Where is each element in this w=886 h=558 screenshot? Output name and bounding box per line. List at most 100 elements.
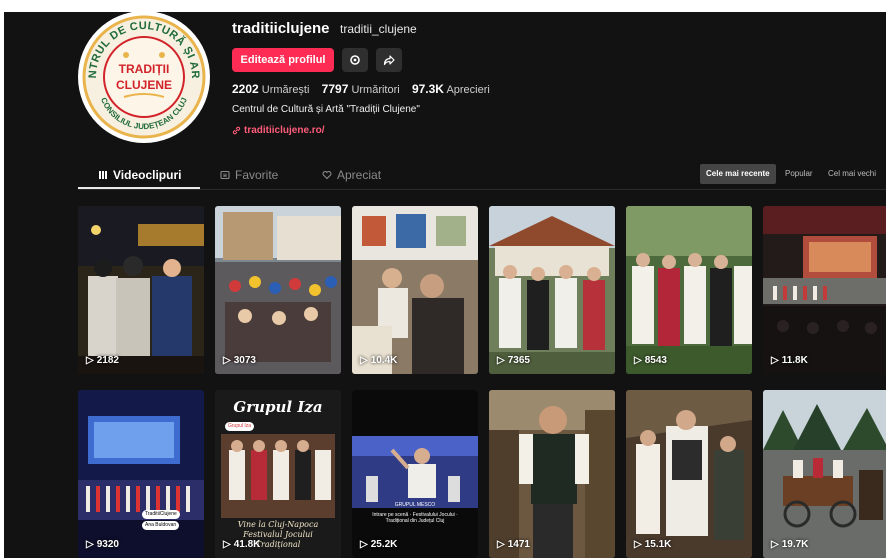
sort-latest-button[interactable]: Cele mai recente bbox=[700, 164, 776, 184]
likes-label: Aprecieri bbox=[446, 84, 490, 96]
tiktok-profile-page: CENTRUL DE CULTURĂ ȘI ARTĂ CONSILIUL JUD… bbox=[4, 12, 886, 558]
overlay-tag: TraditiiClujene bbox=[142, 510, 180, 519]
view-count: ▷ 7365 bbox=[497, 355, 530, 366]
sort-popular-button[interactable]: Popular bbox=[779, 164, 819, 184]
video-thumbnail[interactable]: Grupul Iza Grupul Iza Vine la Cluj-Napoc… bbox=[215, 390, 341, 558]
play-icon: ▷ bbox=[771, 355, 779, 366]
video-thumbnail[interactable]: ▷ 19.7K bbox=[763, 390, 886, 558]
video-thumbnail-image bbox=[352, 390, 478, 558]
play-icon: ▷ bbox=[497, 539, 505, 550]
profile-stats: 2202 Urmărești 7797 Urmăritori 97.3K Apr… bbox=[232, 82, 490, 96]
tab-favorites[interactable]: Favorite bbox=[220, 168, 278, 182]
view-count: ▷ 2182 bbox=[86, 355, 119, 366]
following-label[interactable]: Urmărești bbox=[262, 84, 310, 96]
followers-label[interactable]: Urmăritori bbox=[351, 84, 399, 96]
tabs-divider bbox=[78, 189, 886, 190]
video-thumbnail[interactable]: ▷ 2182 bbox=[78, 206, 204, 374]
video-thumbnail-image bbox=[352, 206, 478, 374]
video-thumbnail-image bbox=[626, 206, 752, 374]
profile-link[interactable]: traditiiclujene.ro/ bbox=[232, 125, 325, 136]
edit-profile-button[interactable]: Editează profilul bbox=[232, 48, 334, 72]
view-count: ▷ 15.1K bbox=[634, 539, 671, 550]
video-thumbnail[interactable]: ▷ 15.1K bbox=[626, 390, 752, 558]
video-thumbnail-image bbox=[489, 206, 615, 374]
view-count-value: 25.2K bbox=[370, 539, 398, 550]
overlay-tag: Grupul Iza bbox=[225, 422, 255, 431]
video-thumbnail[interactable]: ▷ 1471 bbox=[489, 390, 615, 558]
video-thumbnail[interactable]: GRUPUL MESCO Intrare pe scenă · Festival… bbox=[352, 390, 478, 558]
play-icon: ▷ bbox=[771, 539, 779, 550]
video-thumbnail-image bbox=[763, 390, 886, 558]
settings-button[interactable] bbox=[342, 48, 368, 72]
play-icon: ▷ bbox=[497, 355, 505, 366]
heart-icon bbox=[322, 170, 332, 180]
sort-oldest-button[interactable]: Cel mai vechi bbox=[822, 164, 882, 184]
view-count-value: 11.8K bbox=[781, 355, 808, 366]
video-thumbnail-image bbox=[78, 206, 204, 374]
video-thumbnail-image bbox=[78, 390, 204, 558]
logo-line2: CLUJENE bbox=[116, 78, 172, 92]
view-count-value: 2182 bbox=[96, 355, 119, 366]
video-thumbnail[interactable]: TraditiiClujene Ana Buldovan ▷ 9320 bbox=[78, 390, 204, 558]
overlay-caption: Intrare pe scenă · Festivalului Jocului … bbox=[372, 512, 458, 524]
link-icon bbox=[232, 126, 241, 135]
overlay-caption: Vine la Cluj-Napoca bbox=[237, 520, 319, 529]
profile-link-text: traditiiclujene.ro/ bbox=[244, 125, 325, 136]
play-icon: ▷ bbox=[634, 355, 642, 366]
gear-icon bbox=[350, 55, 360, 65]
play-icon: ▷ bbox=[86, 539, 94, 550]
view-count-value: 7365 bbox=[507, 355, 530, 366]
view-count: ▷ 10.4K bbox=[360, 355, 397, 366]
grid-icon bbox=[99, 171, 107, 179]
profile-bio: Centrul de Cultură și Artă "Tradiții Clu… bbox=[232, 104, 420, 115]
profile-avatar[interactable]: CENTRUL DE CULTURĂ ȘI ARTĂ CONSILIUL JUD… bbox=[78, 12, 210, 143]
video-thumbnail-image bbox=[489, 390, 615, 558]
view-count: ▷ 11.8K bbox=[771, 355, 808, 366]
view-count: ▷ 1471 bbox=[497, 539, 530, 550]
view-count: ▷ 3073 bbox=[223, 355, 256, 366]
view-count: ▷ 25.2K bbox=[360, 539, 397, 550]
overlay-caption: Festivalul Jocului bbox=[243, 530, 313, 539]
view-count-value: 15.1K bbox=[644, 539, 672, 550]
video-thumbnail-image bbox=[763, 206, 886, 374]
tab-favorites-label: Favorite bbox=[235, 168, 279, 182]
following-count: 2202 bbox=[232, 82, 259, 96]
share-button[interactable] bbox=[376, 48, 402, 72]
likes-count: 97.3K bbox=[411, 82, 444, 96]
play-icon: ▷ bbox=[223, 539, 231, 550]
play-icon: ▷ bbox=[223, 355, 231, 366]
video-thumbnail[interactable]: ▷ 8543 bbox=[626, 206, 752, 374]
video-thumbnail[interactable]: ▷ 7365 bbox=[489, 206, 615, 374]
share-icon bbox=[383, 55, 395, 66]
followers-count: 7797 bbox=[321, 82, 349, 96]
overlay-tag: Ana Buldovan bbox=[142, 521, 180, 530]
tab-liked[interactable]: Apreciat bbox=[322, 168, 381, 182]
play-icon: ▷ bbox=[634, 539, 642, 550]
bookmark-icon bbox=[220, 170, 230, 180]
video-thumbnail[interactable]: ▷ 10.4K bbox=[352, 206, 478, 374]
video-thumbnail[interactable]: ▷ 3073 bbox=[215, 206, 341, 374]
view-count: ▷ 19.7K bbox=[771, 539, 808, 550]
profile-username: traditiiclujene bbox=[232, 20, 330, 37]
profile-handle: traditii_clujene bbox=[340, 22, 417, 36]
view-count: ▷ 8543 bbox=[634, 355, 667, 366]
tab-videos-label: Videoclipuri bbox=[113, 168, 182, 182]
view-count-value: 10.4K bbox=[370, 355, 398, 366]
tab-videos[interactable]: Videoclipuri bbox=[98, 168, 181, 182]
overlay-label: GRUPUL MESCO bbox=[394, 502, 436, 508]
video-thumbnail[interactable]: ▷ 11.8K bbox=[763, 206, 886, 374]
overlay-title: Grupul Iza bbox=[233, 398, 323, 416]
view-count-value: 9320 bbox=[96, 539, 119, 550]
view-count: ▷ 41.8K bbox=[223, 539, 260, 550]
view-count: ▷ 9320 bbox=[86, 539, 119, 550]
view-count-value: 1471 bbox=[507, 539, 530, 550]
traditii-clujene-logo: CENTRUL DE CULTURĂ ȘI ARTĂ CONSILIUL JUD… bbox=[78, 12, 208, 141]
view-count-value: 41.8K bbox=[233, 539, 261, 550]
view-count-value: 8543 bbox=[644, 355, 667, 366]
view-count-value: 19.7K bbox=[781, 539, 809, 550]
tab-liked-label: Apreciat bbox=[337, 168, 382, 182]
play-icon: ▷ bbox=[360, 539, 368, 550]
video-thumbnail-image bbox=[626, 390, 752, 558]
video-thumbnail-image bbox=[215, 206, 341, 374]
view-count-value: 3073 bbox=[233, 355, 256, 366]
